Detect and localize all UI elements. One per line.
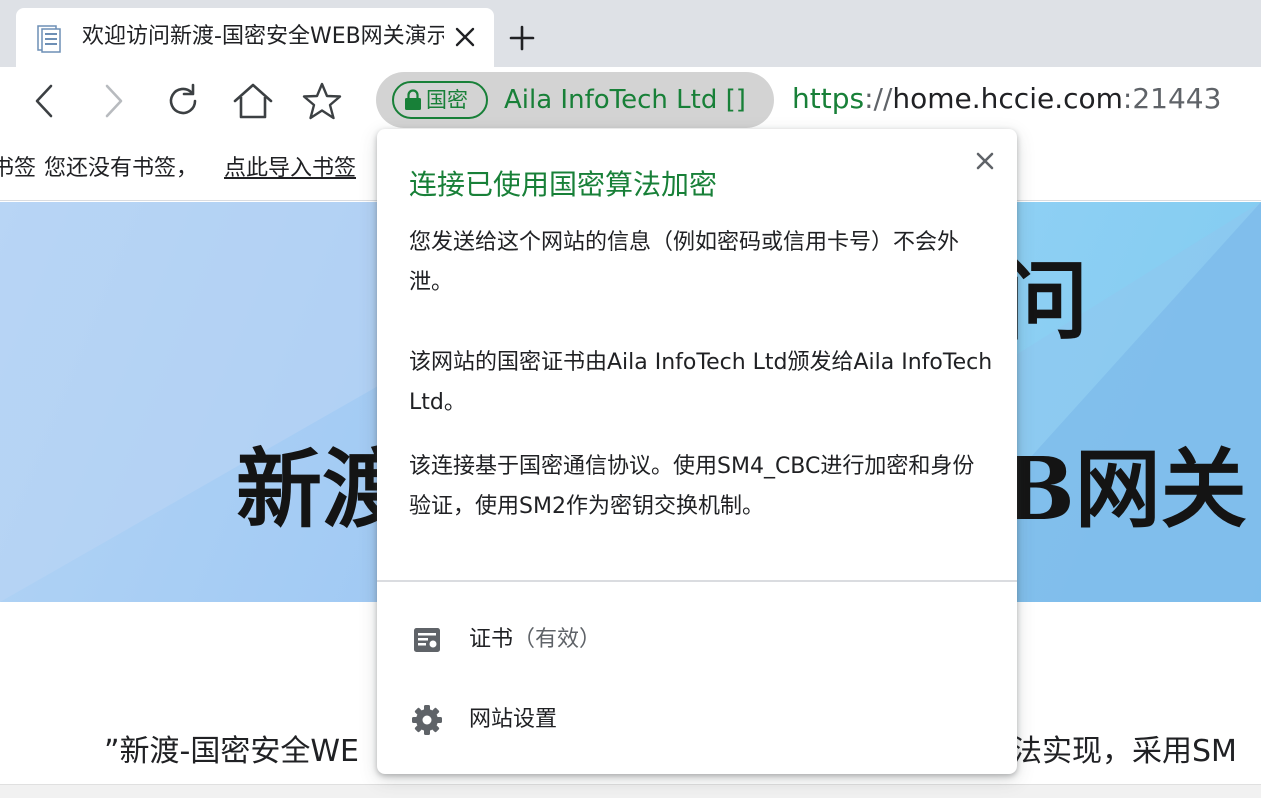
reload-icon — [169, 83, 197, 115]
popup-certificate-text: 该网站的国密证书由Aila InfoTech Ltd颁发给Aila InfoTe… — [409, 350, 993, 415]
back-button[interactable] — [16, 73, 72, 129]
guomi-badge-label: 国密 — [426, 88, 468, 112]
url-text[interactable]: https://home.hccie.com:21443 — [792, 83, 1221, 115]
url-port: :21443 — [1122, 82, 1222, 115]
tab-close-button[interactable] — [448, 20, 482, 54]
home-icon — [233, 83, 273, 119]
document-icon — [37, 25, 61, 53]
url-separator: :// — [864, 82, 893, 115]
lock-icon — [405, 89, 421, 110]
popup-protocol-text: 该连接基于国密通信协议。使用SM4_CBC进行加密和身份验证，使用SM2作为密钥… — [409, 454, 975, 519]
certificate-row[interactable]: 证书（有效） — [377, 608, 1017, 672]
site-settings-label: 网站设置 — [469, 707, 558, 732]
popup-title: 连接已使用国密算法加密 — [409, 168, 718, 201]
horizontal-scrollbar[interactable] — [0, 784, 1261, 798]
site-identity-chip[interactable]: 国密 Aila InfoTech Ltd [] — [376, 72, 774, 128]
home-button[interactable] — [225, 73, 281, 129]
plus-icon — [509, 25, 535, 51]
new-tab-button[interactable] — [502, 18, 542, 58]
bookmarks-empty-text: 您还没有书签， — [44, 156, 199, 181]
gear-icon — [412, 705, 442, 735]
tab-strip: 欢迎访问新渡-国密安全WEB网关演示 — [0, 0, 1261, 67]
popup-privacy-text: 您发送给这个网站的信息（例如密码或信用卡号）不会外泄。 — [409, 230, 960, 295]
certificate-label-text: 证书 — [469, 627, 514, 652]
certificate-icon — [414, 628, 440, 652]
connection-info-popup: 连接已使用国密算法加密 您发送给这个网站的信息（例如密码或信用卡号）不会外泄。 … — [377, 129, 1017, 774]
bookmarks-label: 书签 — [0, 156, 37, 181]
intro-text-left: ”新渡-国密安全WE — [104, 734, 359, 769]
url-host: home.hccie.com — [892, 82, 1123, 115]
tab-title: 欢迎访问新渡-国密安全WEB网关演示 — [82, 24, 444, 49]
close-icon — [455, 27, 475, 47]
popup-close-button[interactable] — [967, 143, 1003, 179]
forward-button[interactable] — [86, 73, 142, 129]
bookmark-star-button[interactable] — [294, 73, 350, 129]
banner-headline-right: B网关 — [1002, 439, 1247, 540]
forward-arrow-icon — [105, 84, 123, 118]
guomi-badge: 国密 — [392, 81, 488, 119]
certificate-label: 证书（有效） — [469, 624, 601, 656]
import-bookmarks-link[interactable]: 点此导入书签 — [224, 155, 356, 183]
certificate-org-name: Aila InfoTech Ltd [] — [504, 85, 746, 115]
popup-divider — [377, 580, 1017, 582]
url-scheme: https — [792, 82, 865, 115]
intro-text-right: 法实现，采用SM — [1012, 734, 1237, 769]
star-icon — [302, 82, 342, 120]
active-tab[interactable]: 欢迎访问新渡-国密安全WEB网关演示 — [16, 8, 494, 67]
back-arrow-icon — [35, 84, 53, 118]
toolbar: 国密 Aila InfoTech Ltd [] https://home.hcc… — [0, 67, 1261, 135]
certificate-status: （有效） — [513, 627, 602, 652]
site-settings-row[interactable]: 网站设置 — [377, 688, 1017, 752]
close-icon — [976, 152, 994, 170]
reload-button[interactable] — [155, 73, 211, 129]
